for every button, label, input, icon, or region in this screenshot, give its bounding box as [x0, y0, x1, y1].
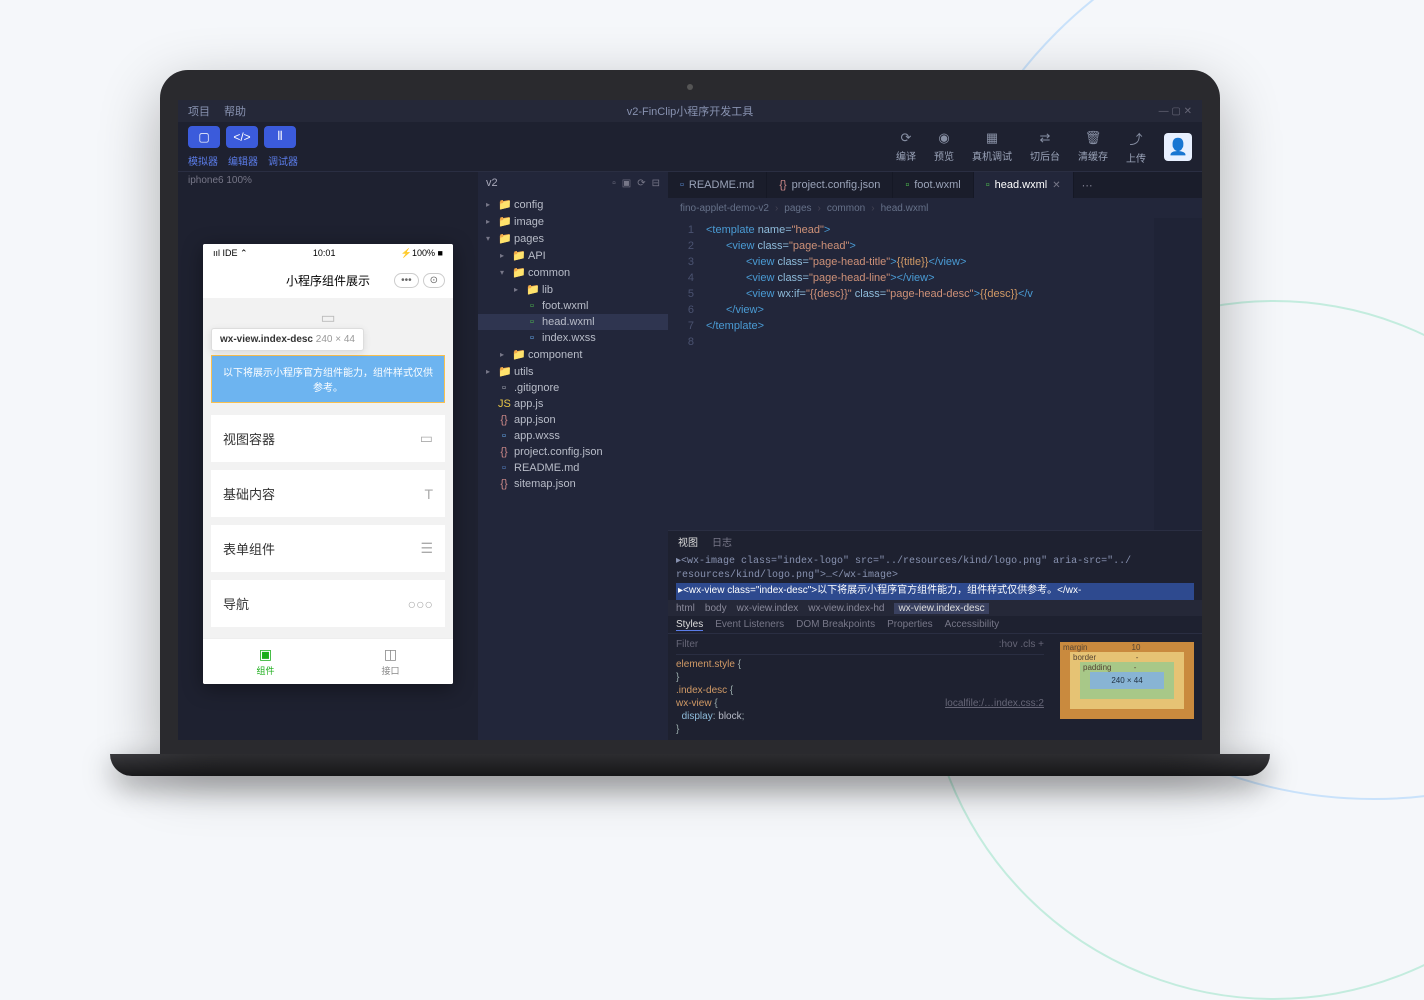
- editor-tab[interactable]: {}project.config.json: [767, 172, 893, 198]
- tree-item[interactable]: {}app.json: [478, 412, 668, 428]
- tree-item[interactable]: ▸📁utils: [478, 363, 668, 380]
- menu-help[interactable]: 帮助: [224, 103, 246, 119]
- capsule-close-icon[interactable]: ⊙: [423, 273, 445, 288]
- editor-tabs: ▫README.md{}project.config.json▫foot.wxm…: [668, 172, 1202, 198]
- tree-item[interactable]: ▸📁image: [478, 213, 668, 230]
- styles-tab[interactable]: Properties: [887, 619, 933, 630]
- toolbar-action[interactable]: ⟳编译: [896, 130, 916, 163]
- toolbar-button[interactable]: ▢: [188, 126, 220, 148]
- toolbar-action[interactable]: ◉预览: [934, 130, 954, 163]
- tree-item[interactable]: ▫app.wxss: [478, 428, 668, 444]
- window-title: v2-FinClip小程序开发工具: [627, 103, 754, 119]
- toolbar-action[interactable]: ⇄切后台: [1030, 130, 1060, 163]
- minimap[interactable]: [1154, 218, 1202, 530]
- list-item[interactable]: 表单组件☰: [211, 525, 445, 572]
- app-window: 项目 帮助 v2-FinClip小程序开发工具 — ▢ ✕ ▢</>⫴ 模拟器编…: [178, 100, 1202, 740]
- tab-item[interactable]: ◫接口: [328, 639, 453, 684]
- editor-tab[interactable]: ▫head.wxml✕: [974, 172, 1074, 198]
- editor-tab[interactable]: ▫README.md: [668, 172, 767, 198]
- simulator-pane: iphone6 100% ııl IDE ⌃ 10:01 ⚡100% ■ 小程序…: [178, 172, 478, 740]
- list-item[interactable]: 导航○○○: [211, 580, 445, 627]
- tree-item[interactable]: ▫foot.wxml: [478, 298, 668, 314]
- inspect-tooltip: wx-view.index-desc 240 × 44: [211, 328, 364, 351]
- close-icon[interactable]: ✕: [1052, 180, 1060, 191]
- tab-overflow-icon[interactable]: ⋯: [1074, 172, 1101, 198]
- window-controls[interactable]: — ▢ ✕: [1159, 106, 1192, 117]
- tree-item[interactable]: ▸📁lib: [478, 281, 668, 298]
- new-folder-icon[interactable]: ▣: [622, 178, 631, 189]
- breadcrumbs[interactable]: fino-applet-demo-v2›pages›common›head.wx…: [668, 198, 1202, 218]
- styles-tab[interactable]: DOM Breakpoints: [796, 619, 875, 630]
- tree-item[interactable]: ▫index.wxss: [478, 330, 668, 346]
- phone-page-title: 小程序组件展示: [286, 272, 370, 289]
- menubar: 项目 帮助 v2-FinClip小程序开发工具 — ▢ ✕: [178, 100, 1202, 122]
- toolbar-button[interactable]: </>: [226, 126, 258, 148]
- laptop-frame: 项目 帮助 v2-FinClip小程序开发工具 — ▢ ✕ ▢</>⫴ 模拟器编…: [160, 70, 1220, 776]
- devtools-tab[interactable]: 日志: [712, 534, 732, 549]
- editor-tab[interactable]: ▫foot.wxml: [893, 172, 973, 198]
- simulator-device[interactable]: iphone6 100%: [178, 172, 478, 194]
- refresh-icon[interactable]: ⟳: [637, 178, 645, 189]
- devtools-tab[interactable]: 视图: [678, 534, 698, 549]
- styles-panel[interactable]: Filter:hov .cls +element.style { }.index…: [668, 634, 1052, 740]
- tab-item[interactable]: ▣组件: [203, 639, 328, 684]
- toolbar: ▢</>⫴ 模拟器编辑器调试器 ⟳编译◉预览▦真机调试⇄切后台🗑清缓存⤴上传👤: [178, 122, 1202, 172]
- toolbar-action[interactable]: ▦真机调试: [972, 130, 1012, 163]
- tree-item[interactable]: ▫head.wxml: [478, 314, 668, 330]
- box-model: margin 10 border - padding -: [1052, 634, 1202, 740]
- tree-item[interactable]: ▫.gitignore: [478, 380, 668, 396]
- tree-item[interactable]: ▾📁pages: [478, 230, 668, 247]
- list-item[interactable]: 视图容器▭: [211, 415, 445, 462]
- new-file-icon[interactable]: ▫: [612, 178, 616, 189]
- tree-item[interactable]: ▸📁component: [478, 346, 668, 363]
- explorer-root[interactable]: v2: [486, 177, 498, 189]
- highlighted-element[interactable]: 以下将展示小程序官方组件能力，组件样式仅供参考。: [211, 355, 445, 403]
- code-editor[interactable]: 12345678 <template name="head"><view cla…: [668, 218, 1202, 530]
- tree-item[interactable]: ▫README.md: [478, 460, 668, 476]
- tree-item[interactable]: ▸📁config: [478, 196, 668, 213]
- tree-item[interactable]: {}project.config.json: [478, 444, 668, 460]
- phone-statusbar: ııl IDE ⌃ 10:01 ⚡100% ■: [203, 244, 453, 262]
- avatar[interactable]: 👤: [1164, 133, 1192, 161]
- capsule-menu-icon[interactable]: •••: [394, 273, 419, 288]
- tree-item[interactable]: ▸📁API: [478, 247, 668, 264]
- collapse-icon[interactable]: ⊟: [652, 178, 660, 189]
- phone-frame: ııl IDE ⌃ 10:01 ⚡100% ■ 小程序组件展示 ••• ⊙: [203, 244, 453, 684]
- styles-tab[interactable]: Accessibility: [945, 619, 999, 630]
- file-explorer: v2 ▫ ▣ ⟳ ⊟ ▸📁config▸📁image▾📁pages▸📁API▾📁…: [478, 172, 668, 740]
- dom-breadcrumb[interactable]: htmlbodywx-view.indexwx-view.index-hdwx-…: [668, 600, 1202, 616]
- toolbar-action[interactable]: 🗑清缓存: [1078, 130, 1108, 163]
- tree-item[interactable]: ▾📁common: [478, 264, 668, 281]
- menu-project[interactable]: 项目: [188, 103, 210, 119]
- toolbar-action[interactable]: ⤴上传: [1126, 129, 1146, 165]
- tree-item[interactable]: JSapp.js: [478, 396, 668, 412]
- styles-tab[interactable]: Styles: [676, 619, 703, 631]
- phone-navbar: 小程序组件展示 ••• ⊙: [203, 262, 453, 298]
- toolbar-button[interactable]: ⫴: [264, 126, 296, 148]
- devtools: 视图日志 ▸<wx-image class="index-logo" src="…: [668, 530, 1202, 740]
- list-item[interactable]: 基础内容T: [211, 470, 445, 517]
- tree-item[interactable]: {}sitemap.json: [478, 476, 668, 492]
- elements-panel[interactable]: ▸<wx-image class="index-logo" src="../re…: [668, 551, 1202, 600]
- styles-tab[interactable]: Event Listeners: [715, 619, 784, 630]
